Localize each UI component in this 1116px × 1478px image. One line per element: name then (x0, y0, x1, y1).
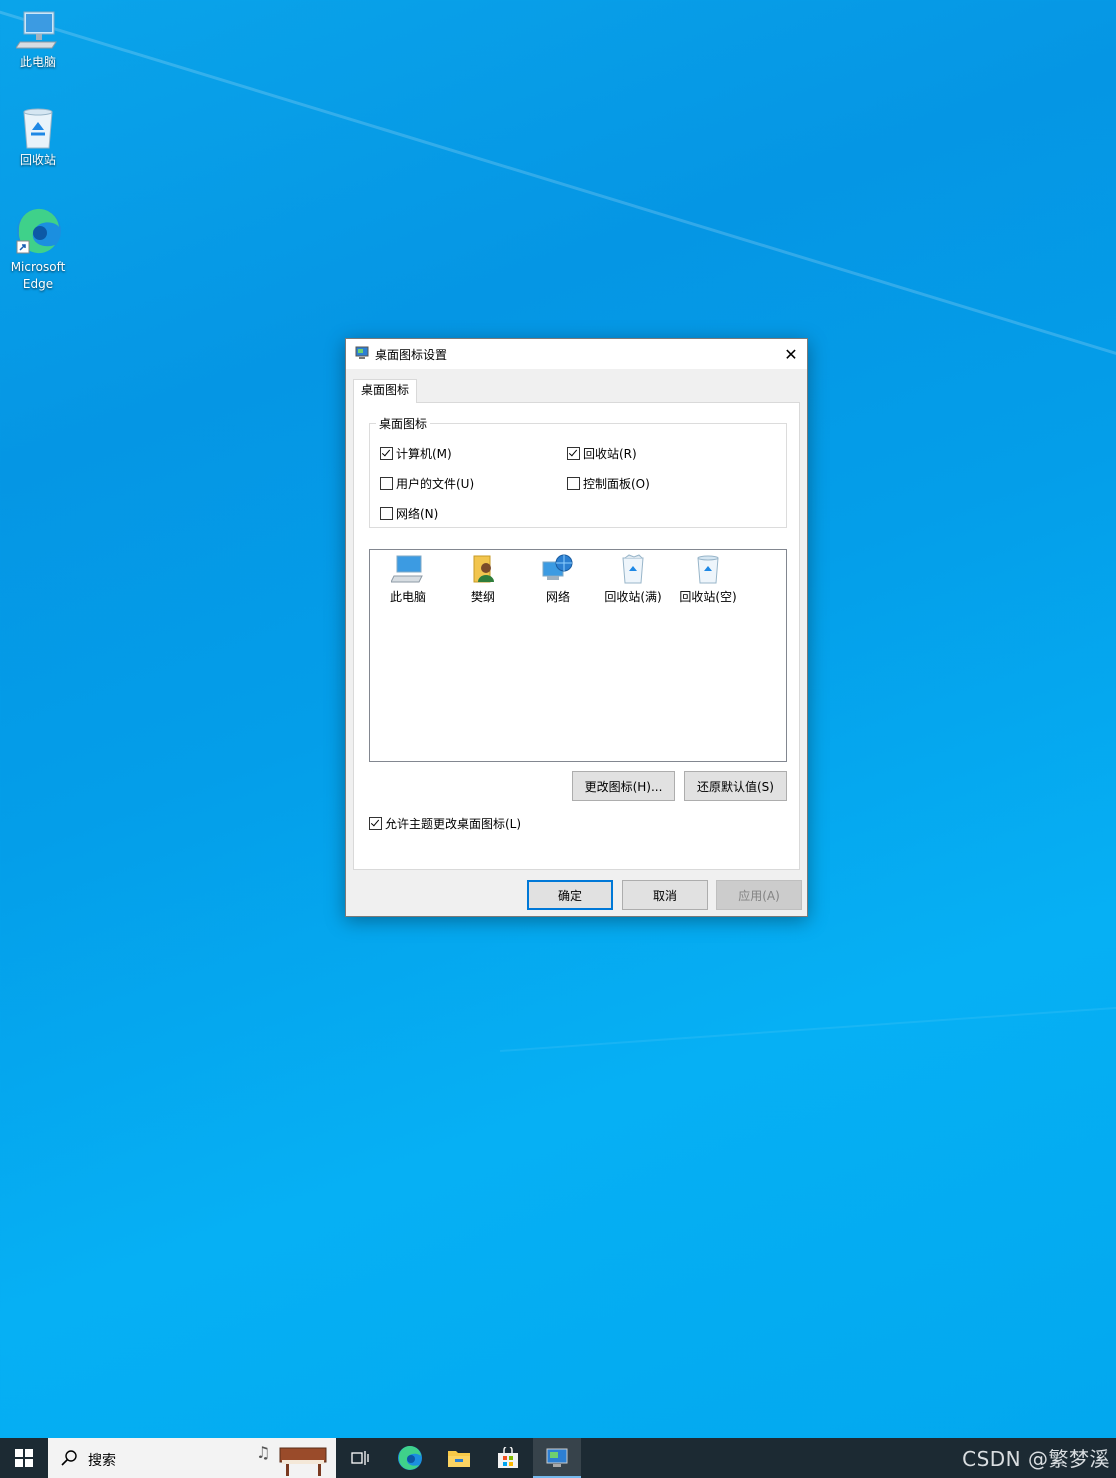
tab-desktop-icons[interactable]: 桌面图标 (353, 379, 418, 403)
desktop-icon-label: Microsoft Edge (10, 260, 66, 291)
search-icon (61, 1450, 77, 1466)
checkbox-unchecked-icon[interactable] (567, 477, 580, 490)
computer-icon (391, 555, 423, 583)
taskbar-file-explorer-button[interactable] (435, 1438, 483, 1478)
recycle-bin-icon (23, 108, 53, 149)
apply-button[interactable]: 应用(A) (716, 880, 802, 910)
store-icon (498, 1447, 518, 1468)
checkbox-unchecked-icon[interactable] (380, 477, 393, 490)
network-icon (542, 554, 573, 580)
desktop-settings-icon (355, 346, 369, 363)
recycle-empty-icon (697, 555, 719, 584)
list-item-label: 樊纲 (470, 590, 495, 604)
checkbox-network[interactable]: 网络(N) (380, 505, 438, 522)
group-label: 桌面图标 (376, 415, 431, 432)
taskbar-desktop-settings-button[interactable] (533, 1438, 581, 1478)
taskbar: 搜索 ♫ (0, 1438, 1116, 1478)
list-item-label: 回收站(满) (604, 590, 662, 604)
task-view-button[interactable] (336, 1438, 384, 1478)
edge-icon (398, 1445, 422, 1470)
close-button[interactable]: ✕ (775, 339, 807, 369)
csdn-watermark: CSDN @繁梦溪 (962, 1447, 1110, 1471)
user-folder-icon (473, 555, 494, 583)
desktop-icon-label: 回收站 (19, 153, 56, 167)
checkbox-label: 网络(N) (396, 507, 439, 521)
taskbar-search-box[interactable]: 搜索 ♫ (48, 1438, 336, 1478)
task-view-icon (351, 1451, 369, 1465)
edge-icon (16, 208, 61, 254)
checkbox-label: 用户的文件(U) (396, 477, 475, 491)
list-item-recycle-full[interactable]: 回收站(满) (598, 554, 668, 605)
this-pc-icon (16, 11, 57, 49)
desktop-icon-settings-dialog: 桌面图标设置 ✕ 桌面图标 桌面图标 计算机(M) 回收站(R) 用户的文件(U… (345, 338, 808, 917)
taskbar-store-button[interactable] (484, 1438, 532, 1478)
list-item-label: 网络 (545, 590, 570, 604)
windows-start-icon (15, 1449, 33, 1467)
wallpaper-light-beam (500, 994, 1116, 1052)
list-item-label: 此电脑 (389, 590, 426, 604)
checkbox-recycle-bin[interactable]: 回收站(R) (567, 445, 637, 462)
desktop-icon-settings-icon (546, 1448, 568, 1467)
list-item-network[interactable]: 网络 (523, 554, 593, 605)
dialog-title: 桌面图标设置 (375, 348, 448, 362)
desktop-icons-group: 桌面图标 计算机(M) 回收站(R) 用户的文件(U) 控制面板(O) 网络(N… (369, 415, 787, 528)
checkbox-control-panel[interactable]: 控制面板(O) (567, 475, 650, 492)
checkbox-allow-themes[interactable]: 允许主题更改桌面图标(L) (369, 815, 521, 832)
tab-panel: 桌面图标 计算机(M) 回收站(R) 用户的文件(U) 控制面板(O) 网络(N… (353, 402, 800, 870)
checkbox-computer[interactable]: 计算机(M) (380, 445, 452, 462)
checkbox-checked-icon[interactable] (369, 817, 382, 830)
checkbox-checked-icon[interactable] (567, 447, 580, 460)
list-item-user-folder[interactable]: 樊纲 (448, 554, 518, 605)
checkbox-label: 回收站(R) (583, 447, 637, 461)
desktop-icon-this-pc[interactable]: 此电脑 (4, 8, 72, 71)
file-explorer-icon (448, 1451, 470, 1467)
restore-default-button[interactable]: 还原默认值(S) (684, 771, 787, 801)
checkbox-label: 计算机(M) (396, 447, 452, 461)
dialog-titlebar[interactable]: 桌面图标设置 ✕ (346, 339, 807, 369)
checkbox-label: 允许主题更改桌面图标(L) (385, 817, 522, 831)
cancel-button[interactable]: 取消 (622, 880, 708, 910)
checkbox-checked-icon[interactable] (380, 447, 393, 460)
change-icon-button[interactable]: 更改图标(H)... (572, 771, 675, 801)
checkbox-label: 控制面板(O) (583, 477, 650, 491)
taskbar-edge-button[interactable] (386, 1438, 434, 1478)
desktop-icon-recycle-bin[interactable]: 回收站 (4, 106, 72, 169)
desktop-icon-label: 此电脑 (19, 55, 56, 69)
list-item-recycle-empty[interactable]: 回收站(空) (673, 554, 743, 605)
ok-button[interactable]: 确定 (527, 880, 613, 910)
desktop-icon-edge[interactable]: Microsoft Edge (4, 205, 72, 293)
start-button[interactable] (0, 1438, 48, 1478)
svg-text:♫: ♫ (256, 1443, 270, 1462)
checkbox-unchecked-icon[interactable] (380, 507, 393, 520)
recycle-full-icon (622, 554, 644, 584)
wallpaper-light-beam (0, 0, 1116, 393)
search-placeholder: 搜索 (88, 1453, 116, 1469)
icon-list-view[interactable]: 此电脑 樊纲 网络 回收站(满) 回收站(空) (369, 549, 787, 762)
piano-decoration-icon: ♫ (256, 1443, 327, 1476)
list-item-label: 回收站(空) (679, 590, 737, 604)
checkbox-user-files[interactable]: 用户的文件(U) (380, 475, 474, 492)
list-item-this-pc[interactable]: 此电脑 (373, 554, 443, 605)
